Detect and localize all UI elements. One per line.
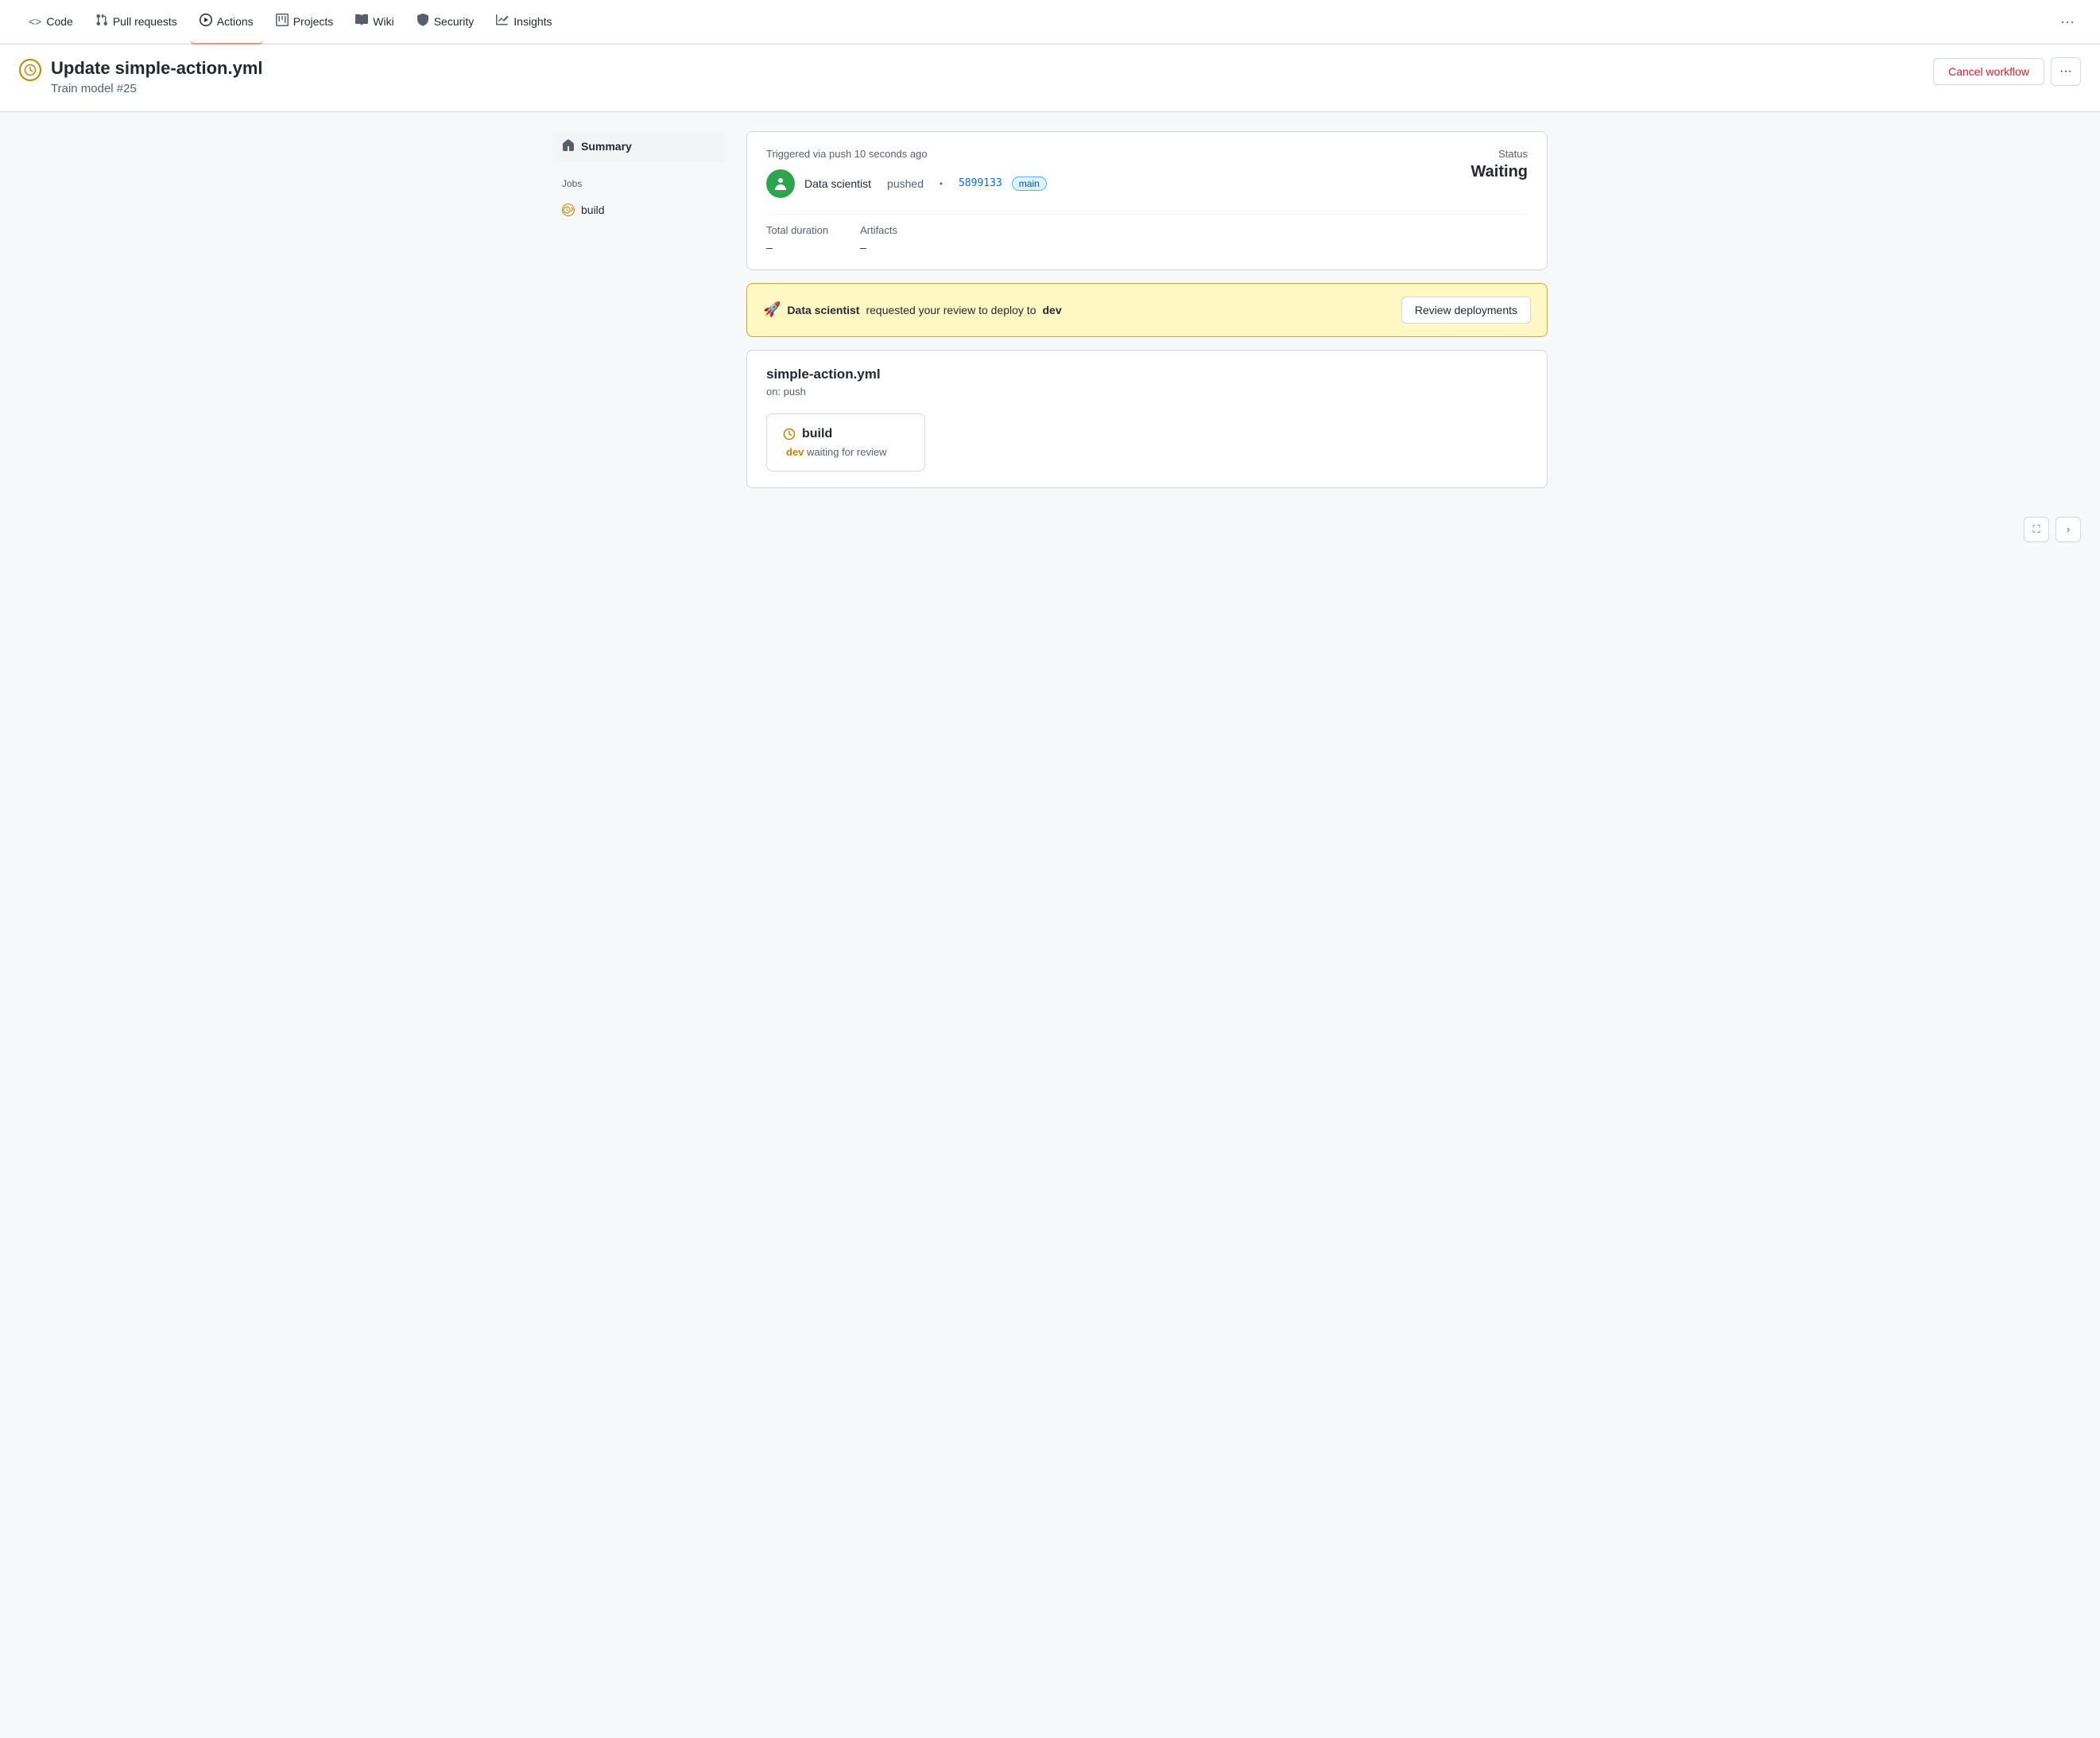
trigger-left: Triggered via push 10 seconds ago Data s…: [766, 148, 1047, 198]
review-message-part1: requested your review to deploy to: [866, 304, 1036, 316]
clock-small-svg: [563, 204, 571, 215]
job-box-build[interactable]: build dev waiting for review: [766, 413, 925, 471]
header-status-icon-wrap: [19, 59, 41, 81]
page-title: Update simple-action.yml: [51, 57, 263, 80]
trigger-info: Data scientist pushed 5899133 main: [766, 169, 1047, 198]
code-icon: <>: [29, 15, 41, 28]
nav-projects[interactable]: Projects: [266, 0, 343, 45]
zoom-button[interactable]: ⛶: [2024, 517, 2049, 542]
job-clock-icon: [783, 428, 796, 440]
nav-right-button[interactable]: ›: [2055, 517, 2081, 542]
cancel-workflow-button[interactable]: Cancel workflow: [1933, 58, 2044, 85]
nav-projects-label: Projects: [293, 15, 334, 28]
nav-pull-requests[interactable]: Pull requests: [86, 0, 187, 45]
home-icon: [562, 139, 575, 154]
review-deployments-button[interactable]: Review deployments: [1401, 297, 1531, 324]
job-environment-bold: dev: [786, 446, 804, 458]
rocket-icon: 🚀: [763, 301, 781, 318]
nav-code[interactable]: <> Code: [19, 0, 83, 45]
artifacts-section: Artifacts –: [860, 224, 897, 254]
review-banner-text: 🚀 Data scientist requested your review t…: [763, 301, 1062, 318]
sidebar-summary-label: Summary: [581, 140, 632, 153]
review-actor-name: Data scientist: [787, 304, 859, 316]
nav-more-button[interactable]: ···: [2054, 7, 2081, 37]
nav-security[interactable]: Security: [407, 0, 484, 45]
page-subtitle: Train model #25: [51, 82, 263, 95]
nav-insights-label: Insights: [513, 15, 552, 28]
nav-security-label: Security: [434, 15, 475, 28]
job-sub-text: waiting for review: [804, 446, 886, 458]
workflow-card: simple-action.yml on: push build dev wai…: [746, 350, 1548, 488]
projects-icon: [276, 14, 289, 29]
header-actions: Cancel workflow ···: [1933, 57, 2081, 86]
security-icon: [417, 14, 429, 29]
actor-name-block: Data scientist: [804, 177, 871, 190]
main-layout: Summary Jobs build Triggered via push 10…: [533, 112, 1567, 507]
main-content: Triggered via push 10 seconds ago Data s…: [746, 131, 1548, 488]
pull-requests-icon: [95, 14, 108, 29]
job-status-icon: [562, 204, 575, 216]
branch-badge[interactable]: main: [1012, 177, 1047, 191]
nav-wiki[interactable]: Wiki: [346, 0, 403, 45]
status-label: Status: [1471, 148, 1528, 160]
info-card: Triggered via push 10 seconds ago Data s…: [746, 131, 1548, 270]
total-duration-label: Total duration: [766, 224, 828, 236]
workflow-filename: simple-action.yml: [766, 367, 1528, 382]
total-duration-section: Total duration –: [766, 224, 828, 254]
nav-wiki-label: Wiki: [373, 15, 393, 28]
bottom-bar: ⛶ ›: [0, 507, 2100, 552]
clock-svg: [24, 64, 37, 76]
job-box-label: build: [802, 427, 832, 441]
sidebar-job-build-label: build: [581, 204, 605, 216]
header-clock-icon: [19, 59, 41, 81]
sidebar: Summary Jobs build: [552, 131, 727, 488]
page-header: Update simple-action.yml Train model #25…: [0, 45, 2100, 112]
nav-insights[interactable]: Insights: [486, 0, 561, 45]
header-title-section: Update simple-action.yml Train model #25: [19, 57, 263, 95]
artifacts-label: Artifacts: [860, 224, 897, 236]
header-text-block: Update simple-action.yml Train model #25: [51, 57, 263, 95]
actor-avatar: [766, 169, 795, 198]
nav-code-label: Code: [46, 15, 72, 28]
wiki-icon: [355, 14, 368, 29]
more-options-button[interactable]: ···: [2051, 57, 2081, 86]
review-banner: 🚀 Data scientist requested your review t…: [746, 283, 1548, 337]
sidebar-summary-item[interactable]: Summary: [552, 131, 727, 162]
trigger-row: Triggered via push 10 seconds ago Data s…: [766, 148, 1528, 198]
actions-icon: [200, 14, 212, 29]
pushed-label: pushed: [887, 177, 924, 190]
nav-actions-label: Actions: [217, 15, 254, 28]
review-environment: dev: [1042, 304, 1061, 316]
trigger-text: Triggered via push 10 seconds ago: [766, 148, 1047, 160]
total-duration-value: –: [766, 241, 828, 254]
insights-icon: [496, 14, 509, 29]
sidebar-jobs-label: Jobs: [552, 175, 727, 192]
sidebar-job-build[interactable]: build: [552, 197, 727, 223]
workflow-trigger: on: push: [766, 386, 1528, 398]
commit-icon: [935, 177, 947, 190]
job-box-header: build: [783, 427, 909, 441]
top-nav: <> Code Pull requests Actions Projects W…: [0, 0, 2100, 45]
nav-actions[interactable]: Actions: [190, 0, 263, 45]
job-box-sub: dev waiting for review: [783, 446, 909, 458]
meta-row: Total duration – Artifacts –: [766, 214, 1528, 254]
status-value: Waiting: [1471, 163, 1528, 181]
actor-name: Data scientist: [804, 177, 871, 190]
commit-hash[interactable]: 5899133: [959, 177, 1002, 189]
status-section: Status Waiting: [1471, 148, 1528, 181]
nav-pull-requests-label: Pull requests: [113, 15, 177, 28]
artifacts-value: –: [860, 241, 897, 254]
